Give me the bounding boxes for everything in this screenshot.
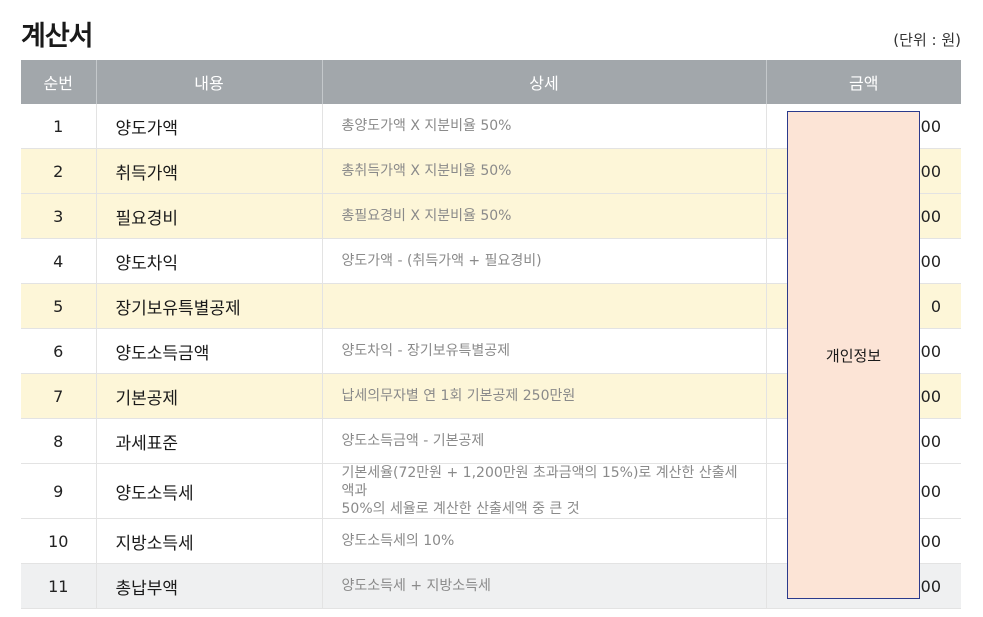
row-item: 취득가액 <box>96 148 323 194</box>
row-detail: 납세의무자별 연 1회 기본공제 250만원 <box>322 373 767 419</box>
table-header-row: 순번 내용 상세 금액 <box>21 60 961 104</box>
redaction-label: 개인정보 <box>825 346 882 365</box>
row-item: 양도차익 <box>96 238 323 284</box>
row-detail: 기본세율(72만원 + 1,200만원 초과금액의 15%)로 계산한 산출세액… <box>322 463 767 519</box>
header-item: 내용 <box>96 60 323 104</box>
header-detail: 상세 <box>322 60 767 104</box>
row-item: 기본공제 <box>96 373 323 419</box>
row-detail: 양도가액 - (취득가액 + 필요경비) <box>322 238 767 284</box>
row-no: 1 <box>21 104 97 149</box>
row-item: 필요경비 <box>96 193 323 239</box>
row-detail: 양도소득세 + 지방소득세 <box>322 563 767 609</box>
row-no: 5 <box>21 283 97 329</box>
row-item: 양도소득금액 <box>96 328 323 374</box>
header-no: 순번 <box>21 60 97 104</box>
unit-note: (단위 : 원) <box>893 31 961 49</box>
row-no: 9 <box>21 463 97 519</box>
row-detail: 총취득가액 X 지분비율 50% <box>322 148 767 194</box>
row-detail-line: 50%의 세율로 계산한 산출세액 중 큰 것 <box>341 501 580 517</box>
row-no: 10 <box>21 518 97 564</box>
row-item: 과세표준 <box>96 418 323 464</box>
row-item: 양도소득세 <box>96 463 323 519</box>
header-amount: 금액 <box>766 60 961 104</box>
row-no: 4 <box>21 238 97 284</box>
row-no: 2 <box>21 148 97 194</box>
row-item: 양도가액 <box>96 104 323 149</box>
row-no: 6 <box>21 328 97 374</box>
privacy-redaction-box: 개인정보 <box>787 111 920 599</box>
row-item: 지방소득세 <box>96 518 323 564</box>
row-detail: 양도소득금액 - 기본공제 <box>322 418 767 464</box>
row-no: 8 <box>21 418 97 464</box>
row-detail: 총양도가액 X 지분비율 50% <box>322 104 767 149</box>
row-detail <box>322 283 767 329</box>
page-title: 계산서 <box>21 21 94 52</box>
row-detail: 총필요경비 X 지분비율 50% <box>322 193 767 239</box>
row-item: 총납부액 <box>96 563 323 609</box>
row-detail-line: 기본세율(72만원 + 1,200만원 초과금액의 15%)로 계산한 산출세액… <box>341 465 738 499</box>
row-no: 3 <box>21 193 97 239</box>
row-no: 7 <box>21 373 97 419</box>
row-no: 11 <box>21 563 97 609</box>
row-detail: 양도차익 - 장기보유특별공제 <box>322 328 767 374</box>
row-detail: 양도소득세의 10% <box>322 518 767 564</box>
row-item: 장기보유특별공제 <box>96 283 323 329</box>
